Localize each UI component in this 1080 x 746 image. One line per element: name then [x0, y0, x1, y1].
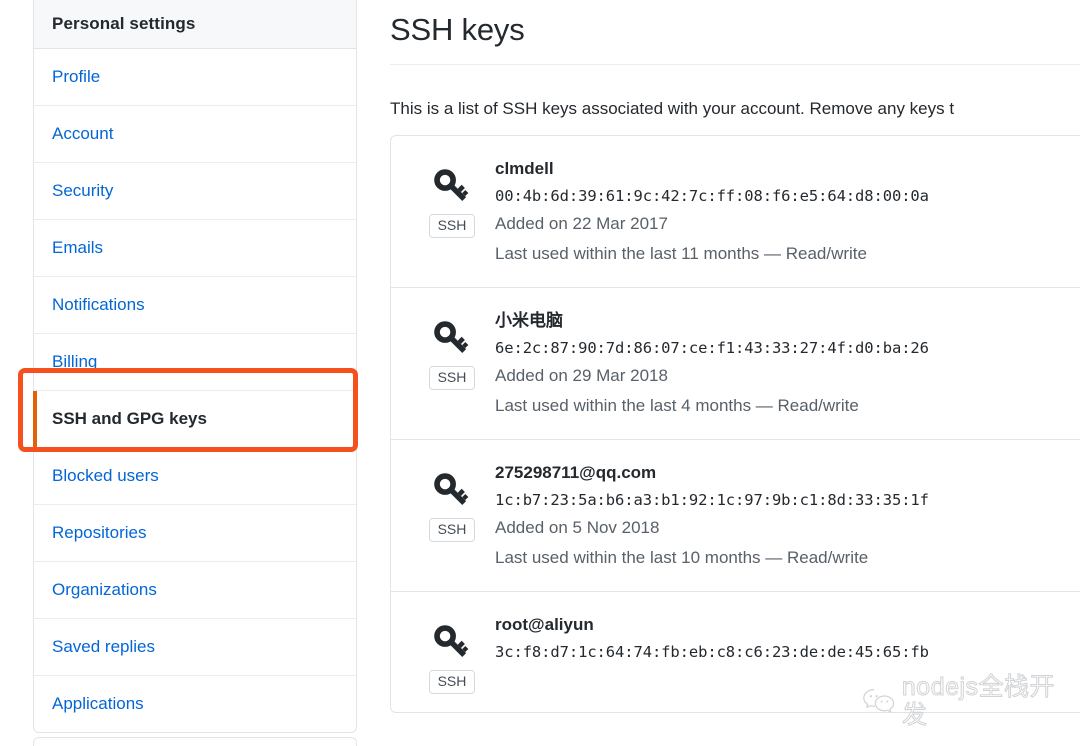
sidebar-item-saved-replies[interactable]: Saved replies — [34, 619, 356, 676]
sidebar-item-billing[interactable]: Billing — [34, 334, 356, 391]
ssh-key-list: SSH clmdell 00:4b:6d:39:61:9c:42:7c:ff:0… — [390, 135, 1080, 713]
key-icon — [434, 169, 469, 201]
key-last-used: Last used within the last 10 months — Re… — [495, 548, 869, 567]
sidebar-item-label: Blocked users — [52, 466, 159, 485]
sidebar-item-label: Billing — [52, 352, 98, 371]
sidebar-item-emails[interactable]: Emails — [34, 220, 356, 277]
sidebar-header: Personal settings — [34, 0, 356, 49]
status-badge: SSH — [428, 366, 476, 390]
key-icon-column: SSH — [413, 154, 491, 238]
page-description: This is a list of SSH keys associated wi… — [390, 99, 955, 118]
key-info: 275298711@qq.com 1c:b7:23:5a:b6:a3:b1:92… — [491, 458, 929, 573]
key-title: clmdell — [495, 159, 554, 178]
sidebar-item-label: Security — [52, 181, 114, 200]
sidebar-item-label: Emails — [52, 238, 104, 257]
key-icon — [434, 625, 469, 657]
status-badge: SSH — [428, 670, 476, 694]
sidebar-item-label: Profile — [52, 67, 101, 86]
settings-page: Personal settings Profile Account Securi… — [0, 0, 1080, 746]
sidebar-item-profile[interactable]: Profile — [34, 49, 356, 106]
key-title: 275298711@qq.com — [495, 463, 657, 482]
sidebar-item-label: Organizations — [52, 580, 157, 599]
key-last-used: Last used within the last 4 months — Rea… — [495, 396, 859, 415]
sidebar-item-label: Applications — [52, 694, 144, 713]
table-row[interactable]: SSH 275298711@qq.com 1c:b7:23:5a:b6:a3:b… — [391, 440, 1080, 592]
sidebar-item-label: Notifications — [52, 295, 145, 314]
sidebar-item-label: Account — [52, 124, 114, 143]
page-title: SSH keys — [390, 12, 525, 47]
status-badge: SSH — [428, 518, 476, 542]
key-icon-column: SSH — [413, 458, 491, 542]
sidebar-item-account[interactable]: Account — [34, 106, 356, 163]
sidebar-item-label: Repositories — [52, 523, 147, 542]
main-content: SSH keys This is a list of SSH keys asso… — [390, 0, 1080, 713]
key-fingerprint: 00:4b:6d:39:61:9c:42:7c:ff:08:f6:e5:64:d… — [495, 187, 929, 205]
table-row[interactable]: SSH root@aliyun 3c:f8:d7:1c:64:74:fb:eb:… — [391, 592, 1080, 712]
key-info: root@aliyun 3c:f8:d7:1c:64:74:fb:eb:c8:c… — [491, 610, 929, 665]
sidebar-secondary-panel — [33, 737, 357, 746]
key-fingerprint: 1c:b7:23:5a:b6:a3:b1:92:1c:97:9b:c1:8d:3… — [495, 491, 929, 509]
table-row[interactable]: SSH clmdell 00:4b:6d:39:61:9c:42:7c:ff:0… — [391, 136, 1080, 288]
table-row[interactable]: SSH 小米电脑 6e:2c:87:90:7d:86:07:ce:f1:43:3… — [391, 288, 1080, 440]
key-last-used: Last used within the last 11 months — Re… — [495, 244, 867, 263]
key-added-date: Added on 29 Mar 2018 — [495, 366, 668, 385]
sidebar-item-blocked-users[interactable]: Blocked users — [34, 448, 356, 505]
sidebar-item-label: Saved replies — [52, 637, 156, 656]
sidebar-item-applications[interactable]: Applications — [34, 676, 356, 732]
key-title: root@aliyun — [495, 615, 594, 634]
sidebar-item-label: SSH and GPG keys — [52, 409, 207, 428]
key-icon — [434, 321, 469, 353]
sidebar-item-notifications[interactable]: Notifications — [34, 277, 356, 334]
sidebar-item-ssh-and-gpg-keys[interactable]: SSH and GPG keys — [33, 391, 356, 448]
sidebar-item-security[interactable]: Security — [34, 163, 356, 220]
key-fingerprint: 3c:f8:d7:1c:64:74:fb:eb:c8:c6:23:de:de:4… — [495, 643, 929, 661]
sidebar-item-repositories[interactable]: Repositories — [34, 505, 356, 562]
key-icon — [434, 473, 469, 505]
key-icon-column: SSH — [413, 610, 491, 694]
key-fingerprint: 6e:2c:87:90:7d:86:07:ce:f1:43:33:27:4f:d… — [495, 339, 929, 357]
sidebar-item-organizations[interactable]: Organizations — [34, 562, 356, 619]
key-info: 小米电脑 6e:2c:87:90:7d:86:07:ce:f1:43:33:27… — [491, 306, 929, 421]
key-added-date: Added on 22 Mar 2017 — [495, 214, 668, 233]
status-badge: SSH — [428, 214, 476, 238]
key-added-date: Added on 5 Nov 2018 — [495, 518, 660, 537]
personal-settings-sidebar: Personal settings Profile Account Securi… — [33, 0, 357, 733]
key-info: clmdell 00:4b:6d:39:61:9c:42:7c:ff:08:f6… — [491, 154, 929, 269]
key-title: 小米电脑 — [495, 311, 563, 330]
key-icon-column: SSH — [413, 306, 491, 390]
